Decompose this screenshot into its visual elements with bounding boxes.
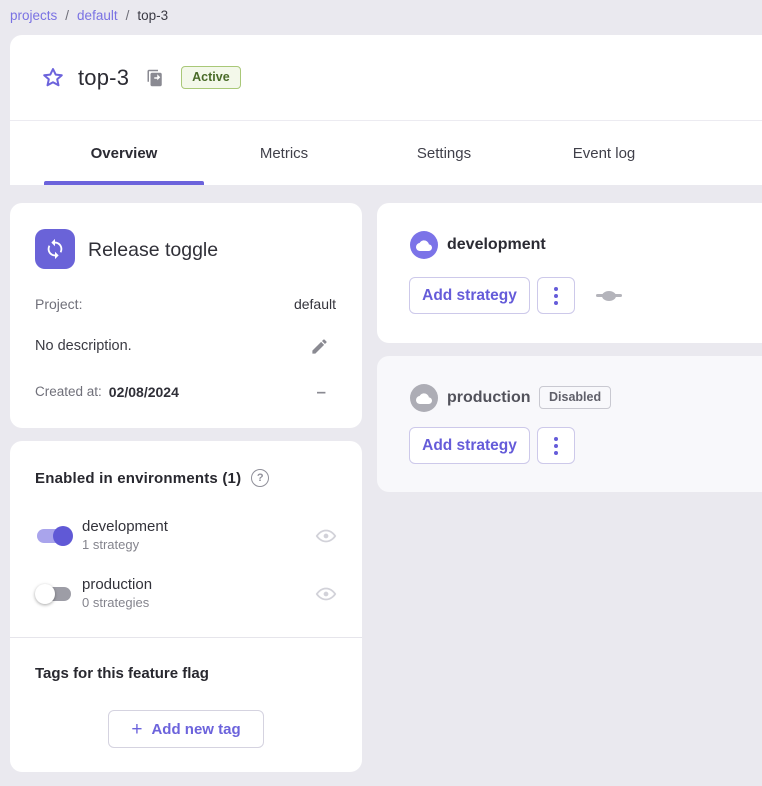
status-badge: Active <box>181 66 241 89</box>
environment-panel-title: development <box>447 236 546 254</box>
disabled-badge: Disabled <box>539 386 611 409</box>
environment-row-production: production 0 strategies <box>35 572 337 616</box>
cloud-icon <box>410 384 438 412</box>
environments-and-tags-card: Enabled in environments (1) ? developmen… <box>10 441 362 772</box>
breadcrumb-separator: / <box>65 8 69 23</box>
environment-texts: production 0 strategies <box>82 576 152 612</box>
help-icon[interactable]: ? <box>251 469 269 487</box>
toggle-thumb <box>53 526 73 546</box>
page-title: top-3 <box>78 65 129 91</box>
favorite-star-icon[interactable] <box>40 65 66 91</box>
created-at-value: 02/08/2024 <box>109 384 179 400</box>
feature-header-card: top-3 Active Overview Metrics Settings E… <box>10 35 762 185</box>
active-tab-indicator <box>44 181 204 185</box>
add-new-tag-label: Add new tag <box>151 721 240 738</box>
tab-metrics[interactable]: Metrics <box>204 121 364 185</box>
last-seen-indicator-icon <box>596 291 622 301</box>
add-strategy-button[interactable]: Add strategy <box>409 427 530 464</box>
cloud-icon <box>410 231 438 259</box>
project-row: Project: default <box>35 296 336 312</box>
card-divider <box>10 637 362 638</box>
tab-event-log-label: Event log <box>573 145 636 162</box>
environment-row-development: development 1 strategy <box>35 514 337 558</box>
tab-metrics-label: Metrics <box>260 145 308 162</box>
environments-heading-row: Enabled in environments (1) ? <box>35 469 269 487</box>
eye-icon[interactable] <box>315 527 337 545</box>
tab-event-log[interactable]: Event log <box>524 121 684 185</box>
edit-pencil-icon[interactable] <box>308 335 330 357</box>
environment-panel-development: development Add strategy <box>377 203 762 343</box>
flag-details-card: Release toggle Project: default No descr… <box>10 203 362 428</box>
environment-toggle-production[interactable] <box>35 583 73 605</box>
tab-bar: Overview Metrics Settings Event log <box>44 121 684 185</box>
release-toggle-type-badge <box>35 229 75 269</box>
eye-icon[interactable] <box>315 585 337 603</box>
environment-toggle-development[interactable] <box>35 525 73 547</box>
environment-strategy-count: 0 strategies <box>82 595 152 612</box>
toggle-thumb <box>35 584 55 604</box>
project-value: default <box>294 296 336 312</box>
environment-panel-title: production <box>447 389 531 407</box>
add-new-tag-button[interactable]: + Add new tag <box>108 710 264 748</box>
tags-section-title: Tags for this feature flag <box>35 665 209 682</box>
created-at-label: Created at: <box>35 384 102 399</box>
breadcrumb-link-projects[interactable]: projects <box>10 8 57 23</box>
environment-name: development <box>82 518 168 537</box>
add-strategy-button[interactable]: Add strategy <box>409 277 530 314</box>
breadcrumb-current: top-3 <box>137 8 168 23</box>
flag-type-label: Release toggle <box>88 239 218 262</box>
kebab-menu-icon[interactable] <box>537 277 575 314</box>
description-row: No description. <box>35 335 336 357</box>
plus-icon: + <box>131 720 142 739</box>
tab-settings[interactable]: Settings <box>364 121 524 185</box>
tab-overview-label: Overview <box>91 145 158 162</box>
feature-header-row: top-3 Active <box>10 35 762 120</box>
kebab-menu-icon[interactable] <box>537 427 575 464</box>
breadcrumb-separator: / <box>126 8 130 23</box>
project-label: Project: <box>35 296 82 312</box>
environments-heading: Enabled in environments (1) <box>35 470 241 487</box>
collapse-icon[interactable]: – <box>317 383 326 400</box>
copy-icon[interactable] <box>145 68 165 88</box>
tab-overview[interactable]: Overview <box>44 121 204 185</box>
environment-name: production <box>82 576 152 595</box>
breadcrumb: projects / default / top-3 <box>10 4 168 26</box>
environment-panel-production: production Disabled Add strategy <box>377 356 762 492</box>
created-at-row: Created at: 02/08/2024 – <box>35 383 336 400</box>
environment-texts: development 1 strategy <box>82 518 168 554</box>
breadcrumb-link-default[interactable]: default <box>77 8 118 23</box>
description-text: No description. <box>35 338 132 354</box>
sync-icon <box>44 238 66 260</box>
environment-strategy-count: 1 strategy <box>82 537 168 554</box>
tab-settings-label: Settings <box>417 145 471 162</box>
environment-panel-actions: Add strategy <box>409 427 575 464</box>
environment-panel-actions: Add strategy <box>409 277 622 314</box>
